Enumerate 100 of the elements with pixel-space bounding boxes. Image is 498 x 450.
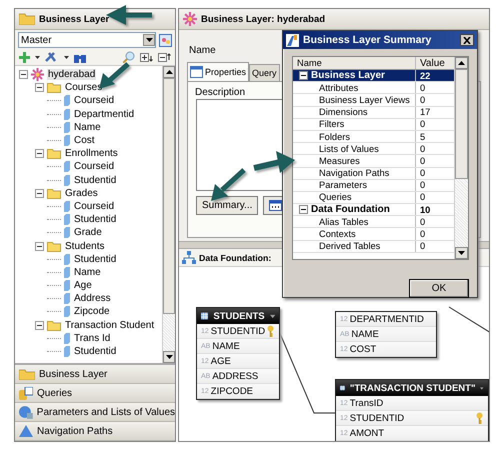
summary-row[interactable]: Business Layer 22 bbox=[293, 70, 454, 82]
expand-all-icon[interactable] bbox=[140, 52, 153, 62]
field-label: Description bbox=[195, 87, 246, 98]
collapse-all-icon[interactable] bbox=[158, 52, 171, 62]
tree-toggle[interactable] bbox=[35, 83, 44, 92]
tree-item[interactable]: Studentid bbox=[73, 346, 118, 358]
accordion-item[interactable]: Business Layer bbox=[15, 365, 175, 384]
summary-row[interactable]: Parameters 0 bbox=[293, 180, 454, 192]
field-icon bbox=[64, 122, 70, 133]
key-icon bbox=[267, 325, 274, 337]
tree-item[interactable]: Enrollments bbox=[64, 148, 119, 160]
folder-icon bbox=[47, 320, 61, 331]
summary-row[interactable]: Lists of Values 0 bbox=[293, 143, 454, 156]
tree-item[interactable]: Name bbox=[73, 122, 102, 133]
panel-title: Business Layer bbox=[39, 14, 110, 24]
tree-toggle[interactable] bbox=[35, 320, 44, 330]
accordion-item[interactable]: Queries bbox=[15, 384, 175, 403]
tree-toggle[interactable] bbox=[35, 188, 44, 198]
table-name: "TRANSACTION STUDENT" bbox=[350, 382, 476, 394]
column-name: STUDENTID bbox=[210, 326, 266, 336]
summary-row[interactable]: Queries 0 bbox=[293, 192, 454, 204]
tree-item[interactable]: Students bbox=[64, 240, 106, 252]
accordion-item[interactable]: Navigation Paths bbox=[15, 422, 175, 441]
key-icon bbox=[476, 412, 483, 424]
scrollbar[interactable] bbox=[454, 57, 468, 259]
diagram-title: Data Foundation: bbox=[199, 252, 272, 262]
connector-line bbox=[448, 306, 489, 334]
close-button[interactable] bbox=[460, 34, 474, 46]
editor-title: Business Layer: hyderabad bbox=[201, 14, 326, 24]
tree-toggle[interactable] bbox=[19, 70, 28, 80]
tree-item[interactable]: Studentid bbox=[73, 174, 118, 186]
up-arrow-icon[interactable] bbox=[458, 61, 465, 65]
tab[interactable]: Properties bbox=[187, 62, 250, 81]
tree-item[interactable]: Studentid bbox=[73, 254, 118, 265]
summary-row[interactable]: Data Foundation 10 bbox=[293, 204, 454, 216]
summary-row[interactable]: Alias Tables 0 bbox=[293, 216, 454, 228]
caret-icon[interactable] bbox=[270, 314, 275, 318]
dots-icon bbox=[269, 200, 282, 211]
summary-row[interactable]: Filters 0 bbox=[293, 118, 454, 131]
tree-item[interactable]: Courseid bbox=[73, 95, 116, 106]
field-icon bbox=[64, 346, 70, 358]
dropdown[interactable]: Master bbox=[18, 32, 156, 48]
column-name: TransID bbox=[350, 398, 384, 408]
column-name: AGE bbox=[210, 356, 231, 366]
tab[interactable]: Query bbox=[249, 64, 280, 81]
summary-row[interactable]: Contexts 0 bbox=[293, 228, 454, 241]
table-icon bbox=[201, 311, 208, 321]
tree-item[interactable]: hyderabad bbox=[47, 69, 96, 80]
tree-item[interactable]: Courses bbox=[64, 82, 104, 94]
ok-button[interactable]: OK bbox=[409, 279, 469, 298]
column-header[interactable]: Value bbox=[416, 57, 454, 69]
down-arrow-icon[interactable] bbox=[458, 251, 465, 255]
caret-icon[interactable] bbox=[64, 56, 69, 58]
summary-row[interactable]: Navigation Paths 0 bbox=[293, 168, 454, 180]
tree-item[interactable]: Cost bbox=[73, 135, 96, 146]
tree-item[interactable]: Trans Id bbox=[73, 332, 112, 344]
collapse-icon[interactable] bbox=[299, 71, 308, 80]
scrollbar[interactable] bbox=[162, 66, 175, 363]
column-name: STUDENTID bbox=[350, 412, 404, 424]
tree-item[interactable]: Departmentid bbox=[73, 108, 136, 120]
field-icon bbox=[64, 227, 70, 238]
tree-item[interactable]: Address bbox=[73, 293, 112, 304]
scroll-thumb[interactable] bbox=[455, 69, 468, 179]
scroll-thumb[interactable] bbox=[163, 78, 175, 314]
caret-icon[interactable] bbox=[35, 56, 40, 58]
column-name: NAME bbox=[212, 340, 240, 352]
down-arrow-icon[interactable] bbox=[166, 355, 172, 359]
field-icon bbox=[64, 280, 70, 292]
summary-row[interactable]: Folders 5 bbox=[293, 130, 454, 144]
add-icon[interactable] bbox=[19, 52, 30, 62]
summary-row[interactable]: Derived Tables 0 bbox=[293, 240, 454, 253]
star-icon bbox=[183, 12, 197, 26]
summary-row[interactable]: Business Layer Views 0 bbox=[293, 94, 454, 107]
column-header[interactable]: Name bbox=[293, 57, 416, 69]
field-icon bbox=[64, 266, 70, 278]
tree-item[interactable]: Transaction Student bbox=[64, 320, 156, 331]
tree-toggle[interactable] bbox=[35, 242, 44, 251]
tree-item[interactable]: Grades bbox=[64, 188, 99, 199]
summary-row[interactable]: Attributes 0 bbox=[293, 82, 454, 94]
tree-item[interactable]: Courseid bbox=[73, 161, 116, 172]
field-icon bbox=[64, 293, 70, 304]
folder-icon bbox=[47, 148, 61, 160]
column-name: NAME bbox=[351, 328, 379, 340]
tree-item[interactable]: Age bbox=[73, 280, 93, 292]
tree-item[interactable]: Name bbox=[73, 266, 102, 278]
up-arrow-icon[interactable] bbox=[166, 70, 172, 74]
app-icon bbox=[286, 34, 299, 46]
tree-toggle[interactable] bbox=[35, 149, 44, 158]
tree-item[interactable]: Courseid bbox=[73, 200, 116, 212]
summary-row[interactable]: Dimensions 17 bbox=[293, 106, 454, 119]
caret-icon bbox=[146, 38, 152, 42]
collapse-icon[interactable] bbox=[299, 205, 308, 214]
tree-item[interactable]: Zipcode bbox=[73, 306, 111, 318]
annotation-arrow bbox=[252, 150, 296, 176]
field-icon bbox=[64, 200, 70, 212]
tree-item[interactable]: Grade bbox=[73, 227, 103, 238]
accordion-item[interactable]: Parameters and Lists of Values bbox=[15, 403, 175, 422]
tree-item[interactable]: Studentid bbox=[73, 214, 118, 226]
summary-button[interactable]: Summary... bbox=[196, 196, 258, 215]
field-icon bbox=[64, 161, 70, 172]
